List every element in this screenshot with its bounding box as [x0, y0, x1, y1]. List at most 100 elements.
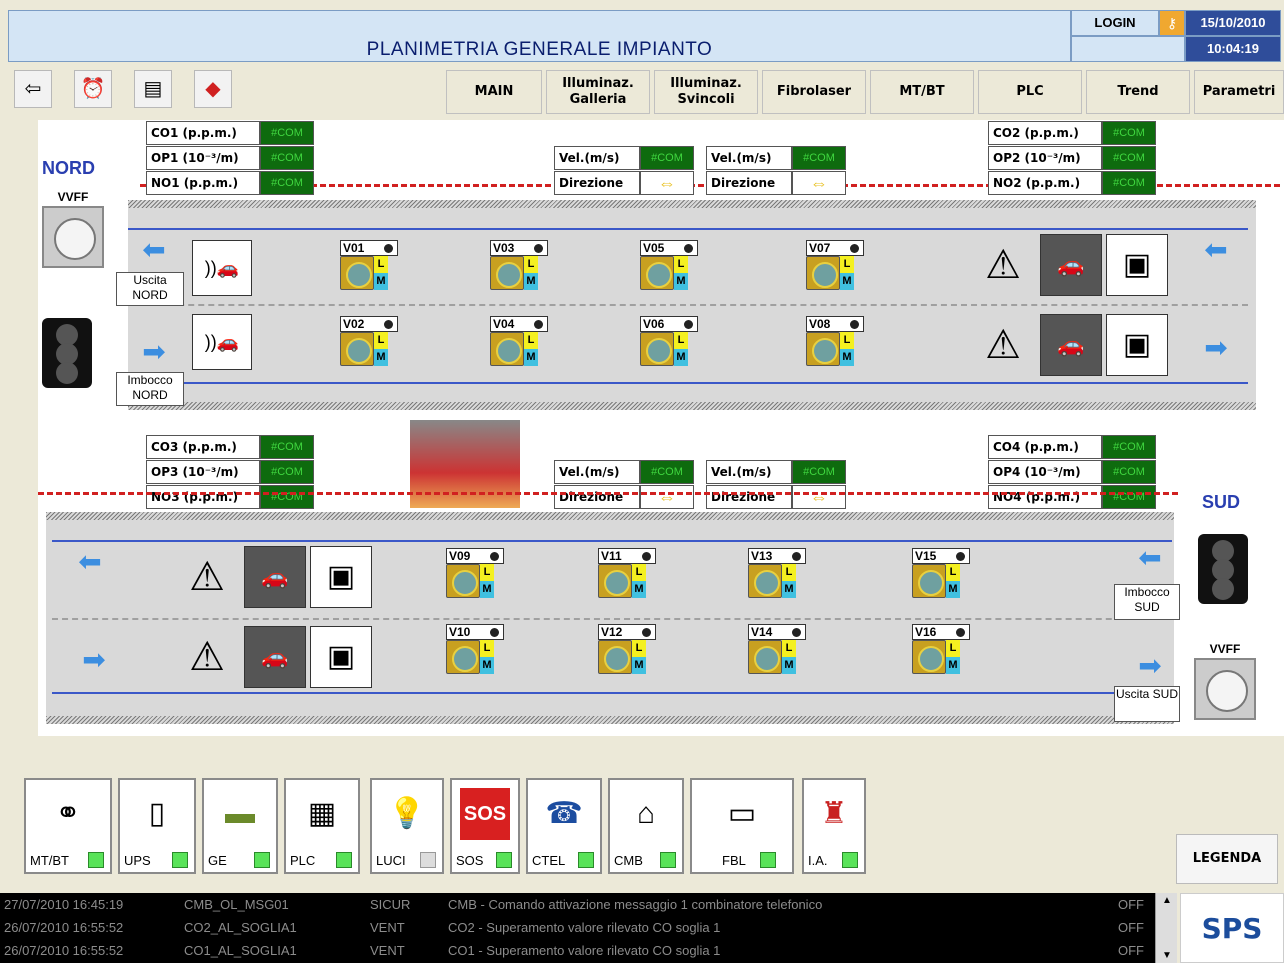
sensor-no1: NO1 (p.p.m.): [146, 171, 260, 195]
vel-label: Vel.(m/s): [554, 146, 640, 170]
sos-icon: SOS: [460, 788, 510, 840]
device-ia[interactable]: ♜ I.A.: [802, 778, 866, 874]
traffic-light-sud: [1198, 534, 1248, 604]
sensor-op3: OP3 (10⁻³/m): [146, 460, 260, 484]
com-value: #COM: [640, 146, 694, 170]
status-led: [336, 852, 352, 868]
tv-monitor-icon[interactable]: ▣: [310, 546, 372, 608]
fan-icon: [806, 332, 840, 366]
fan-icon: [490, 332, 524, 366]
com-value: #COM: [1102, 171, 1156, 195]
warning-sign-icon[interactable]: ⚠: [974, 316, 1032, 374]
uscita-nord-label: Uscita NORD: [116, 272, 184, 306]
fan-icon: [340, 256, 374, 290]
fan-icon: [912, 640, 946, 674]
sud-label: SUD: [1202, 492, 1241, 512]
status-led: [760, 852, 776, 868]
tab-plc[interactable]: PLC: [978, 70, 1082, 114]
warning-icon[interactable]: ◆: [194, 70, 232, 108]
com-value: #COM: [1102, 435, 1156, 459]
imbocco-sud-label: Imbocco SUD: [1114, 584, 1180, 620]
sensor-co2: CO2 (p.p.m.): [988, 121, 1102, 145]
direction-arrow-icon: ⇔: [640, 171, 694, 195]
tab-illuminaz-svincoli[interactable]: Illuminaz. Svincoli: [654, 70, 758, 114]
transformer-icon: ⚭: [55, 797, 81, 830]
sensor-op1: OP1 (10⁻³/m): [146, 146, 260, 170]
imbocco-nord-label: Imbocco NORD: [116, 372, 184, 406]
tab-trend[interactable]: Trend: [1086, 70, 1190, 114]
vvff-switch-nord[interactable]: [42, 206, 104, 268]
sensor-co1: CO1 (p.p.m.): [146, 121, 260, 145]
warning-sign-icon[interactable]: ⚠: [974, 236, 1032, 294]
legenda-button[interactable]: LEGENDA: [1176, 834, 1278, 884]
log-scrollbar[interactable]: ▲ ▼: [1155, 893, 1177, 963]
device-mt-bt[interactable]: ⚭ MT/BT: [24, 778, 112, 874]
tab-illuminaz-galleria[interactable]: Illuminaz. Galleria: [546, 70, 650, 114]
tab-fibrolaser[interactable]: Fibrolaser: [762, 70, 866, 114]
tab-main[interactable]: MAIN: [446, 70, 542, 114]
report-icon[interactable]: ▤: [134, 70, 172, 108]
device-plc[interactable]: ▦ PLC: [284, 778, 360, 874]
rack-unit-icon: ▭: [727, 797, 757, 830]
speed-radar-icon[interactable]: ))🚗: [192, 240, 252, 296]
warning-sign-icon[interactable]: ⚠: [178, 548, 236, 606]
warning-sign-icon[interactable]: ⚠: [178, 628, 236, 686]
tab-mt-bt[interactable]: MT/BT: [870, 70, 974, 114]
com-value: #COM: [1102, 485, 1156, 509]
device-ge[interactable]: ▬ GE: [202, 778, 278, 874]
device-sos[interactable]: SOS SOS: [450, 778, 520, 874]
tv-monitor-icon[interactable]: ▣: [1106, 234, 1168, 296]
speed-radar-icon[interactable]: ))🚗: [192, 314, 252, 370]
key-icon[interactable]: ⚷: [1159, 10, 1185, 36]
device-ups[interactable]: ▯ UPS: [118, 778, 196, 874]
uscita-sud-label: Uscita SUD: [1114, 686, 1180, 722]
title-bar: PLANIMETRIA GENERALE IMPIANTO: [8, 10, 1071, 62]
vvff-switch-sud[interactable]: [1194, 658, 1256, 720]
arrow-right-icon: ➡: [1138, 650, 1162, 681]
sensor-co3: CO3 (p.p.m.): [146, 435, 260, 459]
device-luci[interactable]: 💡 LUCI: [370, 778, 444, 874]
direction-arrow-icon: ⇔: [792, 171, 846, 195]
arrow-left-icon: ⬅: [142, 234, 166, 265]
device-cmb[interactable]: ⌂ CMB: [608, 778, 684, 874]
dir-label: Direzione: [706, 485, 792, 509]
fan-icon: [446, 564, 480, 598]
sps-logo: SPS: [1180, 893, 1284, 963]
com-value: #COM: [792, 146, 846, 170]
south-red-line: [38, 492, 1178, 495]
crash-icon[interactable]: 🚗: [244, 546, 306, 608]
tv-monitor-icon[interactable]: ▣: [1106, 314, 1168, 376]
tab-parametri[interactable]: Parametri: [1194, 70, 1284, 114]
status-led: [842, 852, 858, 868]
tv-monitor-icon[interactable]: ▣: [310, 626, 372, 688]
scroll-down-icon[interactable]: ▼: [1156, 950, 1178, 961]
back-icon[interactable]: ⇦: [14, 70, 52, 108]
event-log: 27/07/2010 16:45:19 CMB_OL_MSG01 SICUR CMB …: [0, 893, 1175, 963]
dir-label: Direzione: [554, 171, 640, 195]
arrow-right-icon: ➡: [1204, 332, 1228, 363]
device-ctel[interactable]: ☎ CTEL: [526, 778, 602, 874]
crash-icon[interactable]: 🚗: [244, 626, 306, 688]
arrow-left-icon: ⬅: [78, 546, 102, 577]
crash-icon[interactable]: 🚗: [1040, 314, 1102, 376]
device-fbl[interactable]: ▭ FBL: [690, 778, 794, 874]
alarm-clock-icon[interactable]: ⏰: [74, 70, 112, 108]
com-value: #COM: [1102, 121, 1156, 145]
status-led: [496, 852, 512, 868]
fire-hydrant-icon: ♜: [820, 797, 848, 830]
com-value: #COM: [260, 460, 314, 484]
dialer-icon: ⌂: [636, 797, 656, 830]
com-value: #COM: [792, 460, 846, 484]
sensor-no4: NO4 (p.p.m.): [988, 485, 1102, 509]
generator-icon: ▬: [225, 797, 255, 830]
fan-icon: [340, 332, 374, 366]
sensor-op2: OP2 (10⁻³/m): [988, 146, 1102, 170]
crash-icon[interactable]: 🚗: [1040, 234, 1102, 296]
fan-icon: [446, 640, 480, 674]
fan-icon: [640, 332, 674, 366]
toolbar: ⇦ ⏰ ▤ ◆ MAIN Illuminaz. Galleria Illumin…: [8, 66, 1284, 116]
login-button[interactable]: LOGIN: [1071, 10, 1159, 36]
lightbulb-icon: 💡: [388, 797, 426, 830]
direction-arrow-icon: ⇔: [792, 485, 846, 509]
scroll-up-icon[interactable]: ▲: [1156, 895, 1178, 906]
